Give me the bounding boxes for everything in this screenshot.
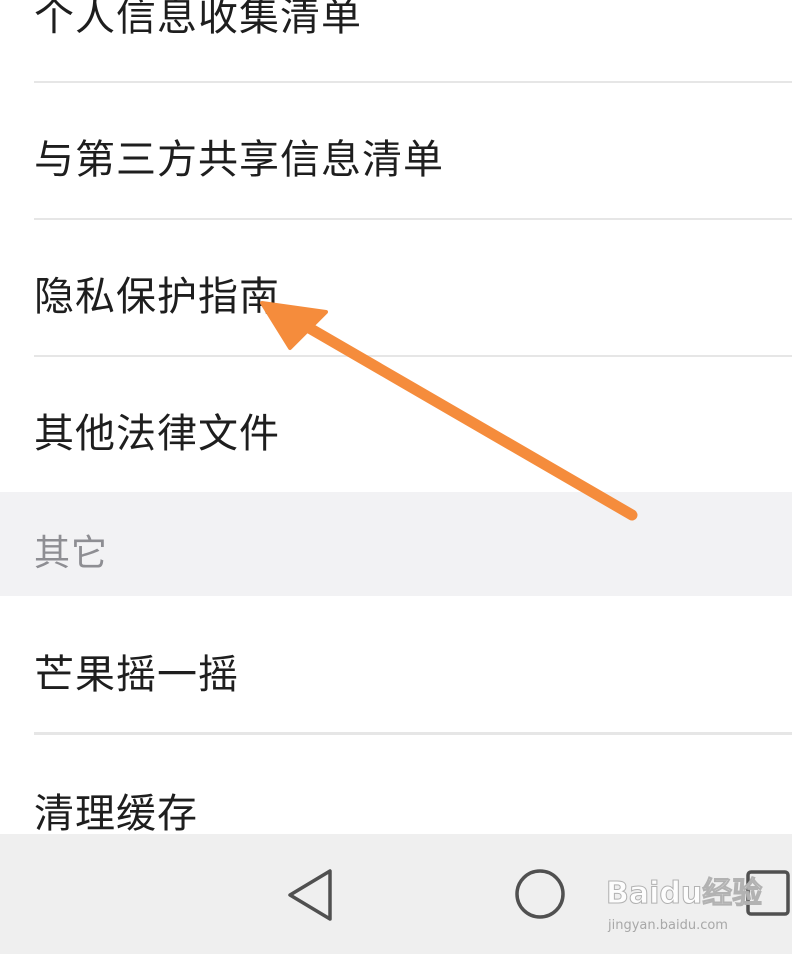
section-header-other: 其它 bbox=[0, 492, 792, 596]
menu-item-label: 芒果摇一摇 bbox=[34, 652, 239, 698]
recents-icon[interactable] bbox=[744, 868, 792, 918]
menu-item-clear-cache[interactable]: 清理缓存 bbox=[0, 735, 792, 837]
menu-item-third-party-sharing-list[interactable]: 与第三方共享信息清单 bbox=[0, 83, 792, 218]
menu-item-label: 个人信息收集清单 bbox=[34, 0, 362, 40]
home-icon[interactable] bbox=[512, 866, 568, 922]
menu-item-label: 隐私保护指南 bbox=[34, 274, 280, 320]
menu-item-label: 清理缓存 bbox=[34, 791, 198, 837]
navigation-bar bbox=[0, 834, 792, 954]
section-header-label: 其它 bbox=[34, 533, 109, 574]
menu-item-privacy-guide[interactable]: 隐私保护指南 bbox=[0, 220, 792, 355]
menu-item-label: 其他法律文件 bbox=[34, 411, 280, 457]
menu-item-mango-shake[interactable]: 芒果摇一摇 bbox=[0, 596, 792, 732]
menu-item-personal-info-list[interactable]: 个人信息收集清单 bbox=[0, 0, 792, 82]
menu-item-label: 与第三方共享信息清单 bbox=[34, 137, 444, 183]
back-icon[interactable] bbox=[282, 866, 338, 924]
settings-page: 个人信息收集清单 与第三方共享信息清单 隐私保护指南 其他法律文件 其它 芒果摇… bbox=[0, 0, 792, 954]
menu-item-other-legal-documents[interactable]: 其他法律文件 bbox=[0, 357, 792, 492]
